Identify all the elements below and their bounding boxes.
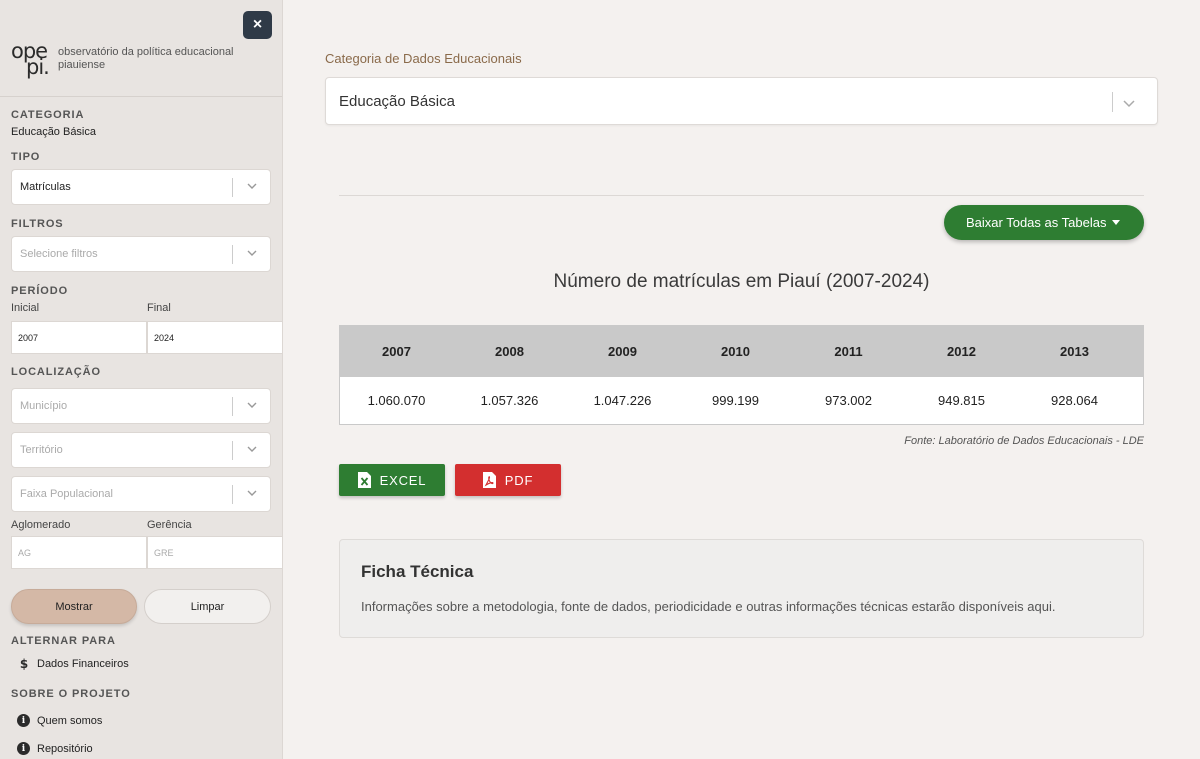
final-input[interactable]: 2024 [147, 321, 282, 354]
table-header-cell: 2007 [382, 344, 411, 359]
file-excel-icon [357, 472, 371, 488]
logo-mark: ope pi. [11, 40, 51, 80]
table-cell: 973.002 [825, 393, 872, 408]
table-source: Fonte: Laboratório de Dados Educacionais… [904, 435, 1144, 447]
sobre-title: SOBRE O PROJETO [11, 688, 131, 700]
close-icon: × [252, 16, 263, 33]
sidebar: × ope pi. observatório da política educa… [0, 0, 283, 759]
data-table: 2007 2008 2009 2010 2011 2012 2013 1.060… [339, 325, 1144, 425]
tipo-select-value: Matrículas [20, 181, 71, 193]
select-separator [232, 441, 233, 460]
ficha-tecnica-text: Informações sobre a metodologia, fonte d… [361, 599, 1056, 614]
table-header-cell: 2009 [608, 344, 637, 359]
nav-dados-financeiros-label: Dados Financeiros [37, 657, 129, 670]
logo: ope pi. observatório da política educaci… [11, 40, 248, 80]
table-row: 1.060.070 1.057.326 1.047.226 999.199 97… [340, 377, 1143, 424]
municipio-select[interactable]: Município [11, 388, 271, 424]
ficha-tecnica-title: Ficha Técnica [361, 562, 474, 581]
table-header-cell: 2013 [1060, 344, 1089, 359]
logo-text: observatório da política educacional pia… [58, 46, 248, 72]
faixa-populacional-select[interactable]: Faixa Populacional [11, 476, 271, 512]
filtros-select[interactable]: Selecione filtros [11, 236, 271, 272]
table-cell: 1.047.226 [593, 393, 652, 408]
mostrar-button[interactable]: Mostrar [11, 589, 137, 624]
ficha-tecnica-card: Ficha Técnica Informações sobre a metodo… [339, 539, 1144, 638]
select-separator [232, 485, 233, 504]
caret-down-icon [1112, 220, 1120, 225]
select-separator [1112, 92, 1113, 112]
category-select-value: Educação Básica [339, 92, 455, 110]
pdf-label: PDF [504, 472, 534, 488]
table-header-row: 2007 2008 2009 2010 2011 2012 2013 [340, 326, 1143, 377]
select-separator [232, 178, 233, 197]
inicial-input[interactable]: 2007 [11, 321, 147, 354]
filtros-placeholder: Selecione filtros [20, 248, 98, 260]
close-sidebar-button[interactable]: × [243, 11, 272, 39]
excel-button[interactable]: EXCEL [339, 464, 445, 496]
category-select[interactable]: Educação Básica [325, 77, 1158, 125]
info-icon: i [17, 714, 30, 727]
logo-text-line1: observatório da política educacional [58, 46, 234, 58]
excel-label: EXCEL [379, 472, 427, 488]
municipio-placeholder: Município [20, 400, 68, 412]
table-header-cell: 2011 [834, 344, 863, 359]
table-cell: 928.064 [1051, 393, 1098, 408]
nav-quem-somos[interactable]: i Quem somos [17, 714, 102, 727]
dollar-icon: $ [17, 657, 30, 670]
chevron-down-icon [247, 250, 257, 256]
table-cell: 999.199 [712, 393, 759, 408]
download-all-button[interactable]: Baixar Todas as Tabelas [944, 205, 1144, 240]
file-pdf-icon [482, 472, 496, 488]
info-icon: i [17, 742, 30, 755]
localizacao-title: LOCALIZAÇÃO [11, 366, 101, 378]
territorio-select[interactable]: Território [11, 432, 271, 468]
final-label: Final [147, 302, 171, 314]
download-all-label: Baixar Todas as Tabelas [966, 215, 1107, 230]
table-cell: 949.815 [938, 393, 985, 408]
alternar-title: ALTERNAR PARA [11, 635, 116, 647]
gerencia-label: Gerência [147, 519, 192, 531]
table-header-cell: 2008 [495, 344, 524, 359]
table-header-cell: 2010 [721, 344, 750, 359]
aglomerado-label: Aglomerado [11, 519, 71, 531]
limpar-button[interactable]: Limpar [144, 589, 271, 624]
table-cell: 1.060.070 [367, 393, 426, 408]
category-label: Categoria de Dados Educacionais [325, 51, 522, 66]
categoria-value: Educação Básica [11, 126, 96, 138]
nav-dados-financeiros[interactable]: $ Dados Financeiros [17, 657, 129, 670]
select-separator [232, 245, 233, 264]
logo-text-line2: piauiense [58, 59, 106, 71]
sidebar-divider [0, 96, 282, 97]
nav-repositorio[interactable]: i Repositório [17, 742, 93, 755]
pdf-button[interactable]: PDF [455, 464, 561, 496]
chevron-down-icon [247, 490, 257, 496]
categoria-title: CATEGORIA [11, 109, 85, 121]
content-divider [339, 195, 1144, 196]
nav-repositorio-label: Repositório [37, 742, 93, 755]
faixa-placeholder: Faixa Populacional [20, 488, 113, 500]
inicial-label: Inicial [11, 302, 40, 314]
svg-text:$: $ [19, 657, 27, 670]
table-cell: 1.057.326 [480, 393, 539, 408]
periodo-title: PERÍODO [11, 285, 69, 297]
chevron-down-icon [247, 183, 257, 189]
aglomerado-input[interactable]: AG [11, 536, 147, 569]
table-title: Número de matrículas em Piauí (2007-2024… [553, 271, 930, 292]
filtros-title: FILTROS [11, 218, 64, 230]
table-header-cell: 2012 [947, 344, 976, 359]
chevron-down-icon [247, 402, 257, 408]
logo-line2: pi. [26, 55, 50, 79]
chevron-down-icon [1123, 100, 1135, 108]
select-separator [232, 397, 233, 416]
territorio-placeholder: Território [20, 444, 63, 456]
tipo-title: TIPO [11, 151, 41, 163]
tipo-select[interactable]: Matrículas [11, 169, 271, 205]
gerencia-input[interactable]: GRE [147, 536, 282, 569]
chevron-down-icon [247, 446, 257, 452]
nav-quem-somos-label: Quem somos [37, 714, 103, 727]
